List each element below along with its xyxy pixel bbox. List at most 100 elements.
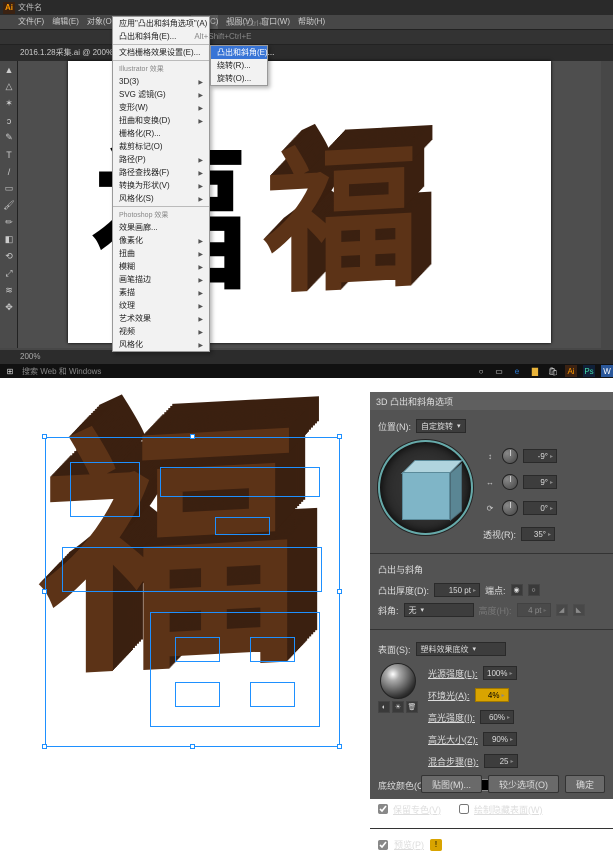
tb-folder-icon[interactable]: ▇: [529, 365, 541, 377]
rot-x-dial[interactable]: [502, 448, 518, 464]
menu-item[interactable]: 扭曲: [113, 247, 209, 260]
highlight-intensity-input[interactable]: 60%: [480, 710, 514, 724]
tool-pen[interactable]: ✎: [0, 129, 18, 146]
tool-eraser[interactable]: ◧: [0, 231, 18, 248]
menu-item[interactable]: 风格化: [113, 338, 209, 351]
tb-taskview-icon[interactable]: ▭: [493, 365, 505, 377]
preserve-spot-checkbox[interactable]: [378, 804, 388, 814]
extruded-fu-text[interactable]: 福: [264, 142, 413, 305]
start-button-icon[interactable]: ⊞: [4, 365, 16, 377]
light-preview[interactable]: [380, 663, 416, 699]
fewer-options-button[interactable]: 较少选项(O): [488, 775, 559, 793]
menu-item[interactable]: 风格化(S): [113, 192, 209, 205]
ok-button[interactable]: 确定: [565, 775, 605, 793]
rot-y-dial[interactable]: [502, 474, 518, 490]
menu-item[interactable]: 扭曲和变换(D): [113, 114, 209, 127]
windows-taskbar: ⊞ 搜索 Web 和 Windows ○ ▭ e ▇ 🛍 Ai Ps W: [0, 364, 613, 378]
depth-input[interactable]: 150 pt: [434, 583, 480, 597]
tool-selection[interactable]: ▲: [0, 61, 18, 78]
menu-item[interactable]: 像素化: [113, 234, 209, 247]
rot-z-dial[interactable]: [502, 500, 518, 516]
perspective-input[interactable]: 35°: [521, 527, 555, 541]
menu-item[interactable]: 纹理: [113, 299, 209, 312]
submenu-item[interactable]: 绕转(R)...: [211, 59, 267, 72]
surface-select[interactable]: 塑料效果底纹: [416, 642, 506, 656]
draw-hidden-checkbox[interactable]: [459, 804, 469, 814]
tb-word-icon[interactable]: W: [601, 365, 613, 377]
position-select[interactable]: 自定旋转: [416, 419, 466, 433]
tb-ps-icon[interactable]: Ps: [583, 365, 595, 377]
tool-free[interactable]: ✥: [0, 299, 18, 316]
tool-brush[interactable]: 🖌: [0, 197, 18, 214]
submenu-item[interactable]: 凸出和斜角(E)...: [211, 46, 267, 59]
panel-titlebar[interactable]: 3D 凸出和斜角选项: [370, 392, 613, 410]
menu-item[interactable]: 转换为形状(V): [113, 179, 209, 192]
menu-item[interactable]: 效果画廊...: [113, 221, 209, 234]
menu-item[interactable]: 栅格化(R)...: [113, 127, 209, 140]
bbox-handle[interactable]: [190, 744, 195, 749]
menu-item[interactable]: 模糊: [113, 260, 209, 273]
bbox-handle[interactable]: [337, 744, 342, 749]
bbox-handle[interactable]: [42, 434, 47, 439]
tool-lasso[interactable]: ɔ: [0, 112, 18, 129]
highlight-size-input[interactable]: 90%: [483, 732, 517, 746]
blend-steps-input[interactable]: 25: [484, 754, 518, 768]
tb-ai-icon[interactable]: Ai: [565, 365, 577, 377]
menu-item[interactable]: 路径(P): [113, 153, 209, 166]
bbox-handle[interactable]: [42, 589, 47, 594]
light-back-icon[interactable]: ◐: [378, 701, 390, 713]
lower-canvas[interactable]: 福: [0, 392, 370, 799]
bbox-handle[interactable]: [337, 434, 342, 439]
bbox-handle[interactable]: [190, 434, 195, 439]
menu-item[interactable]: 变形(W): [113, 101, 209, 114]
menu-file[interactable]: 文件(F): [18, 15, 44, 29]
ai-document-tab[interactable]: 2016.1.28采集.ai @ 200% (CMYK/预览): [0, 45, 613, 61]
rot-z-input[interactable]: 0°: [523, 501, 557, 515]
menu-item[interactable]: 3D(3): [113, 75, 209, 88]
menu-item[interactable]: 画笔描边: [113, 273, 209, 286]
bevel-select[interactable]: 无: [404, 603, 474, 617]
menu-item[interactable]: SVG 滤镜(G): [113, 88, 209, 101]
cap-off-icon[interactable]: ○: [528, 584, 540, 596]
tool-scale[interactable]: ⤢: [0, 265, 18, 282]
light-intensity-input[interactable]: 100%: [483, 666, 517, 680]
tool-rect[interactable]: ▭: [0, 180, 18, 197]
cap-on-icon[interactable]: ◉: [511, 584, 523, 596]
menu-item[interactable]: 裁剪标记(O): [113, 140, 209, 153]
path-outline: [150, 612, 320, 727]
tool-width[interactable]: ≋: [0, 282, 18, 299]
preview-checkbox[interactable]: [378, 840, 388, 850]
menu-help[interactable]: 帮助(H): [298, 15, 325, 29]
tool-direct[interactable]: △: [0, 78, 18, 95]
menu-item: Illustrator 效果: [113, 62, 209, 75]
tb-cortana-icon[interactable]: ○: [475, 365, 487, 377]
menu-object[interactable]: 对象(O): [87, 15, 115, 29]
tool-wand[interactable]: ✶: [0, 95, 18, 112]
menu-item[interactable]: 应用"凸出和斜角选项"(A)Shift+Ctrl+E: [113, 17, 209, 30]
menu-item[interactable]: 路径查找器(F): [113, 166, 209, 179]
bbox-handle[interactable]: [337, 589, 342, 594]
tool-pencil[interactable]: ✏: [0, 214, 18, 231]
bbox-handle[interactable]: [42, 744, 47, 749]
menu-edit[interactable]: 编辑(E): [52, 15, 79, 29]
taskbar-search[interactable]: 搜索 Web 和 Windows: [22, 366, 101, 377]
light-new-icon[interactable]: ☀: [392, 701, 404, 713]
zoom-level[interactable]: 200%: [20, 352, 40, 361]
submenu-item[interactable]: 旋转(O)...: [211, 72, 267, 85]
tb-edge-icon[interactable]: e: [511, 365, 523, 377]
rot-y-input[interactable]: 9°: [523, 475, 557, 489]
light-delete-icon[interactable]: 🗑: [406, 701, 418, 713]
tool-type[interactable]: T: [0, 146, 18, 163]
menu-item[interactable]: 素描: [113, 286, 209, 299]
rot-x-input[interactable]: -9°: [523, 449, 557, 463]
menu-item[interactable]: 文档栅格效果设置(E)...: [113, 46, 209, 59]
menu-item[interactable]: 艺术效果: [113, 312, 209, 325]
tool-line[interactable]: /: [0, 163, 18, 180]
menu-item[interactable]: 视频: [113, 325, 209, 338]
menu-item[interactable]: 凸出和斜角(E)...Alt+Shift+Ctrl+E: [113, 30, 209, 43]
ambient-input[interactable]: 4%: [475, 688, 509, 702]
tb-store-icon[interactable]: 🛍: [547, 365, 559, 377]
tool-rotate[interactable]: ⟲: [0, 248, 18, 265]
map-art-button[interactable]: 贴图(M)...: [421, 775, 482, 793]
cube-preview[interactable]: [378, 440, 473, 535]
